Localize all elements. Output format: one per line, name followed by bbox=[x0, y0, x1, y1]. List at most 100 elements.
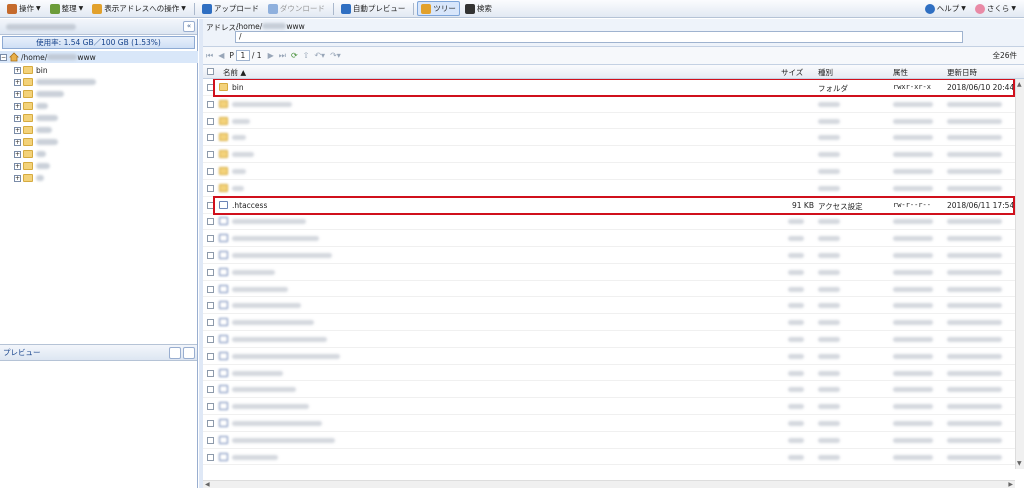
expand-toggle-icon[interactable]: + bbox=[14, 162, 21, 170]
back-icon[interactable]: ↶▾ bbox=[314, 51, 325, 60]
row-checkbox[interactable] bbox=[207, 302, 214, 310]
edit-pencil-icon[interactable] bbox=[169, 347, 181, 359]
forward-icon[interactable]: ↷▾ bbox=[330, 51, 341, 60]
last-page-icon[interactable]: ⏭ bbox=[279, 51, 286, 61]
table-row[interactable] bbox=[203, 365, 1015, 382]
refresh-icon[interactable]: ⟳ bbox=[291, 51, 298, 60]
tree-node[interactable]: + bbox=[0, 100, 198, 112]
table-row[interactable] bbox=[203, 348, 1015, 365]
tree-node[interactable]: + bbox=[0, 88, 198, 100]
organize-menu-button[interactable]: 整理 ▼ bbox=[46, 1, 88, 16]
table-row[interactable] bbox=[203, 146, 1015, 163]
row-checkbox[interactable] bbox=[207, 168, 214, 175]
expand-toggle-icon[interactable]: + bbox=[14, 66, 21, 74]
table-row[interactable] bbox=[203, 213, 1015, 231]
column-header-name[interactable]: 名前 ▲ bbox=[223, 67, 246, 78]
tree-node[interactable]: + bbox=[0, 148, 198, 160]
row-checkbox[interactable] bbox=[207, 352, 214, 360]
user-menu-button[interactable]: さくら ▼ bbox=[971, 1, 1020, 16]
scroll-left-icon[interactable]: ◀ bbox=[205, 481, 210, 488]
row-checkbox[interactable] bbox=[207, 100, 214, 108]
next-page-icon[interactable]: ▶ bbox=[268, 51, 274, 60]
row-checkbox[interactable] bbox=[207, 420, 214, 427]
tree-node[interactable]: + bbox=[0, 160, 198, 172]
collapse-panel-button[interactable]: « bbox=[183, 21, 195, 32]
prev-page-icon[interactable]: ◀ bbox=[218, 51, 224, 60]
page-number-input[interactable]: 1 bbox=[235, 50, 250, 61]
table-row[interactable]: bin フォルダ rwxr-xr-x 2018/06/10 20:44 bbox=[203, 79, 1015, 96]
row-checkbox[interactable] bbox=[207, 403, 214, 411]
tree-node[interactable]: + bbox=[0, 172, 198, 184]
column-header-size[interactable]: サイズ bbox=[781, 67, 803, 78]
row-checkbox[interactable] bbox=[207, 386, 214, 394]
row-checkbox[interactable] bbox=[207, 436, 214, 444]
column-header-attr[interactable]: 属性 bbox=[893, 67, 908, 78]
row-checkbox[interactable] bbox=[207, 184, 214, 192]
row-checkbox[interactable] bbox=[207, 336, 214, 343]
scroll-up-icon[interactable]: ▲ bbox=[1017, 81, 1022, 88]
row-checkbox[interactable] bbox=[207, 252, 214, 259]
expand-toggle-icon[interactable]: + bbox=[14, 78, 21, 86]
tree-root-node[interactable]: − /home/ www bbox=[0, 51, 198, 63]
tree-node[interactable]: + bbox=[0, 136, 198, 148]
help-menu-button[interactable]: ヘルプ ▼ bbox=[921, 1, 970, 16]
tree-node[interactable]: + bbox=[0, 112, 198, 124]
tree-node[interactable]: + bbox=[0, 76, 198, 88]
row-checkbox[interactable] bbox=[207, 117, 214, 125]
expand-toggle-icon[interactable]: + bbox=[14, 150, 21, 158]
up-folder-icon[interactable]: ⇧ bbox=[303, 51, 310, 60]
table-row[interactable] bbox=[203, 281, 1015, 298]
tree-toggle-button[interactable]: ツリー bbox=[417, 1, 460, 16]
table-row[interactable] bbox=[203, 415, 1015, 432]
scroll-down-icon[interactable]: ▼ bbox=[1017, 460, 1022, 467]
expand-toggle-icon[interactable]: + bbox=[14, 174, 21, 182]
table-row[interactable] bbox=[203, 381, 1015, 399]
table-row[interactable] bbox=[203, 113, 1015, 130]
search-button[interactable]: 検索 bbox=[461, 1, 496, 16]
table-row[interactable] bbox=[203, 180, 1015, 197]
download-button[interactable]: ダウンロード bbox=[264, 1, 329, 16]
tree-node[interactable]: + bbox=[0, 124, 198, 136]
preview-settings-icon[interactable] bbox=[183, 347, 195, 359]
row-checkbox[interactable] bbox=[207, 134, 214, 142]
expand-toggle-icon[interactable]: + bbox=[14, 90, 21, 98]
column-header-type[interactable]: 種別 bbox=[818, 67, 833, 78]
operation-menu-button[interactable]: 操作 ▼ bbox=[3, 1, 45, 16]
row-checkbox[interactable] bbox=[207, 235, 214, 243]
row-checkbox[interactable] bbox=[207, 218, 214, 226]
column-header-date[interactable]: 更新日時 bbox=[947, 67, 977, 78]
select-all-checkbox[interactable] bbox=[207, 68, 214, 75]
table-row[interactable] bbox=[203, 163, 1015, 180]
row-checkbox[interactable] bbox=[207, 151, 214, 159]
table-row[interactable] bbox=[203, 96, 1015, 113]
expand-toggle-icon[interactable]: + bbox=[14, 138, 21, 146]
table-row[interactable] bbox=[203, 432, 1015, 449]
row-checkbox[interactable] bbox=[207, 202, 214, 209]
table-row[interactable] bbox=[203, 230, 1015, 247]
table-row[interactable] bbox=[203, 449, 1015, 466]
address-input[interactable]: / bbox=[235, 31, 963, 43]
table-row[interactable]: .htaccess 91 KB アクセス設定 rw-r--r-- 2018/06… bbox=[203, 197, 1015, 214]
expand-toggle-icon[interactable]: + bbox=[14, 114, 21, 122]
collapse-toggle-icon[interactable]: − bbox=[0, 53, 7, 61]
row-checkbox[interactable] bbox=[207, 84, 214, 91]
tree-node-bin[interactable]: + bin bbox=[0, 64, 198, 76]
table-row[interactable] bbox=[203, 247, 1015, 264]
table-row[interactable] bbox=[203, 314, 1015, 331]
table-row[interactable] bbox=[203, 297, 1015, 315]
horizontal-scrollbar[interactable]: ◀ ▶ bbox=[203, 480, 1015, 488]
expand-toggle-icon[interactable]: + bbox=[14, 126, 21, 134]
row-checkbox[interactable] bbox=[207, 319, 214, 327]
first-page-icon[interactable]: ⏮ bbox=[206, 51, 213, 61]
table-row[interactable] bbox=[203, 129, 1015, 147]
address-operation-menu-button[interactable]: 表示アドレスへの操作 ▼ bbox=[88, 1, 190, 16]
expand-toggle-icon[interactable]: + bbox=[14, 102, 21, 110]
row-checkbox[interactable] bbox=[207, 268, 214, 276]
vertical-scrollbar[interactable]: ▲ ▼ bbox=[1015, 79, 1024, 469]
upload-button[interactable]: アップロード bbox=[198, 1, 263, 16]
row-checkbox[interactable] bbox=[207, 369, 214, 377]
table-row[interactable] bbox=[203, 398, 1015, 415]
table-row[interactable] bbox=[203, 331, 1015, 348]
table-row[interactable] bbox=[203, 264, 1015, 281]
auto-preview-button[interactable]: 自動プレビュー bbox=[337, 1, 410, 16]
